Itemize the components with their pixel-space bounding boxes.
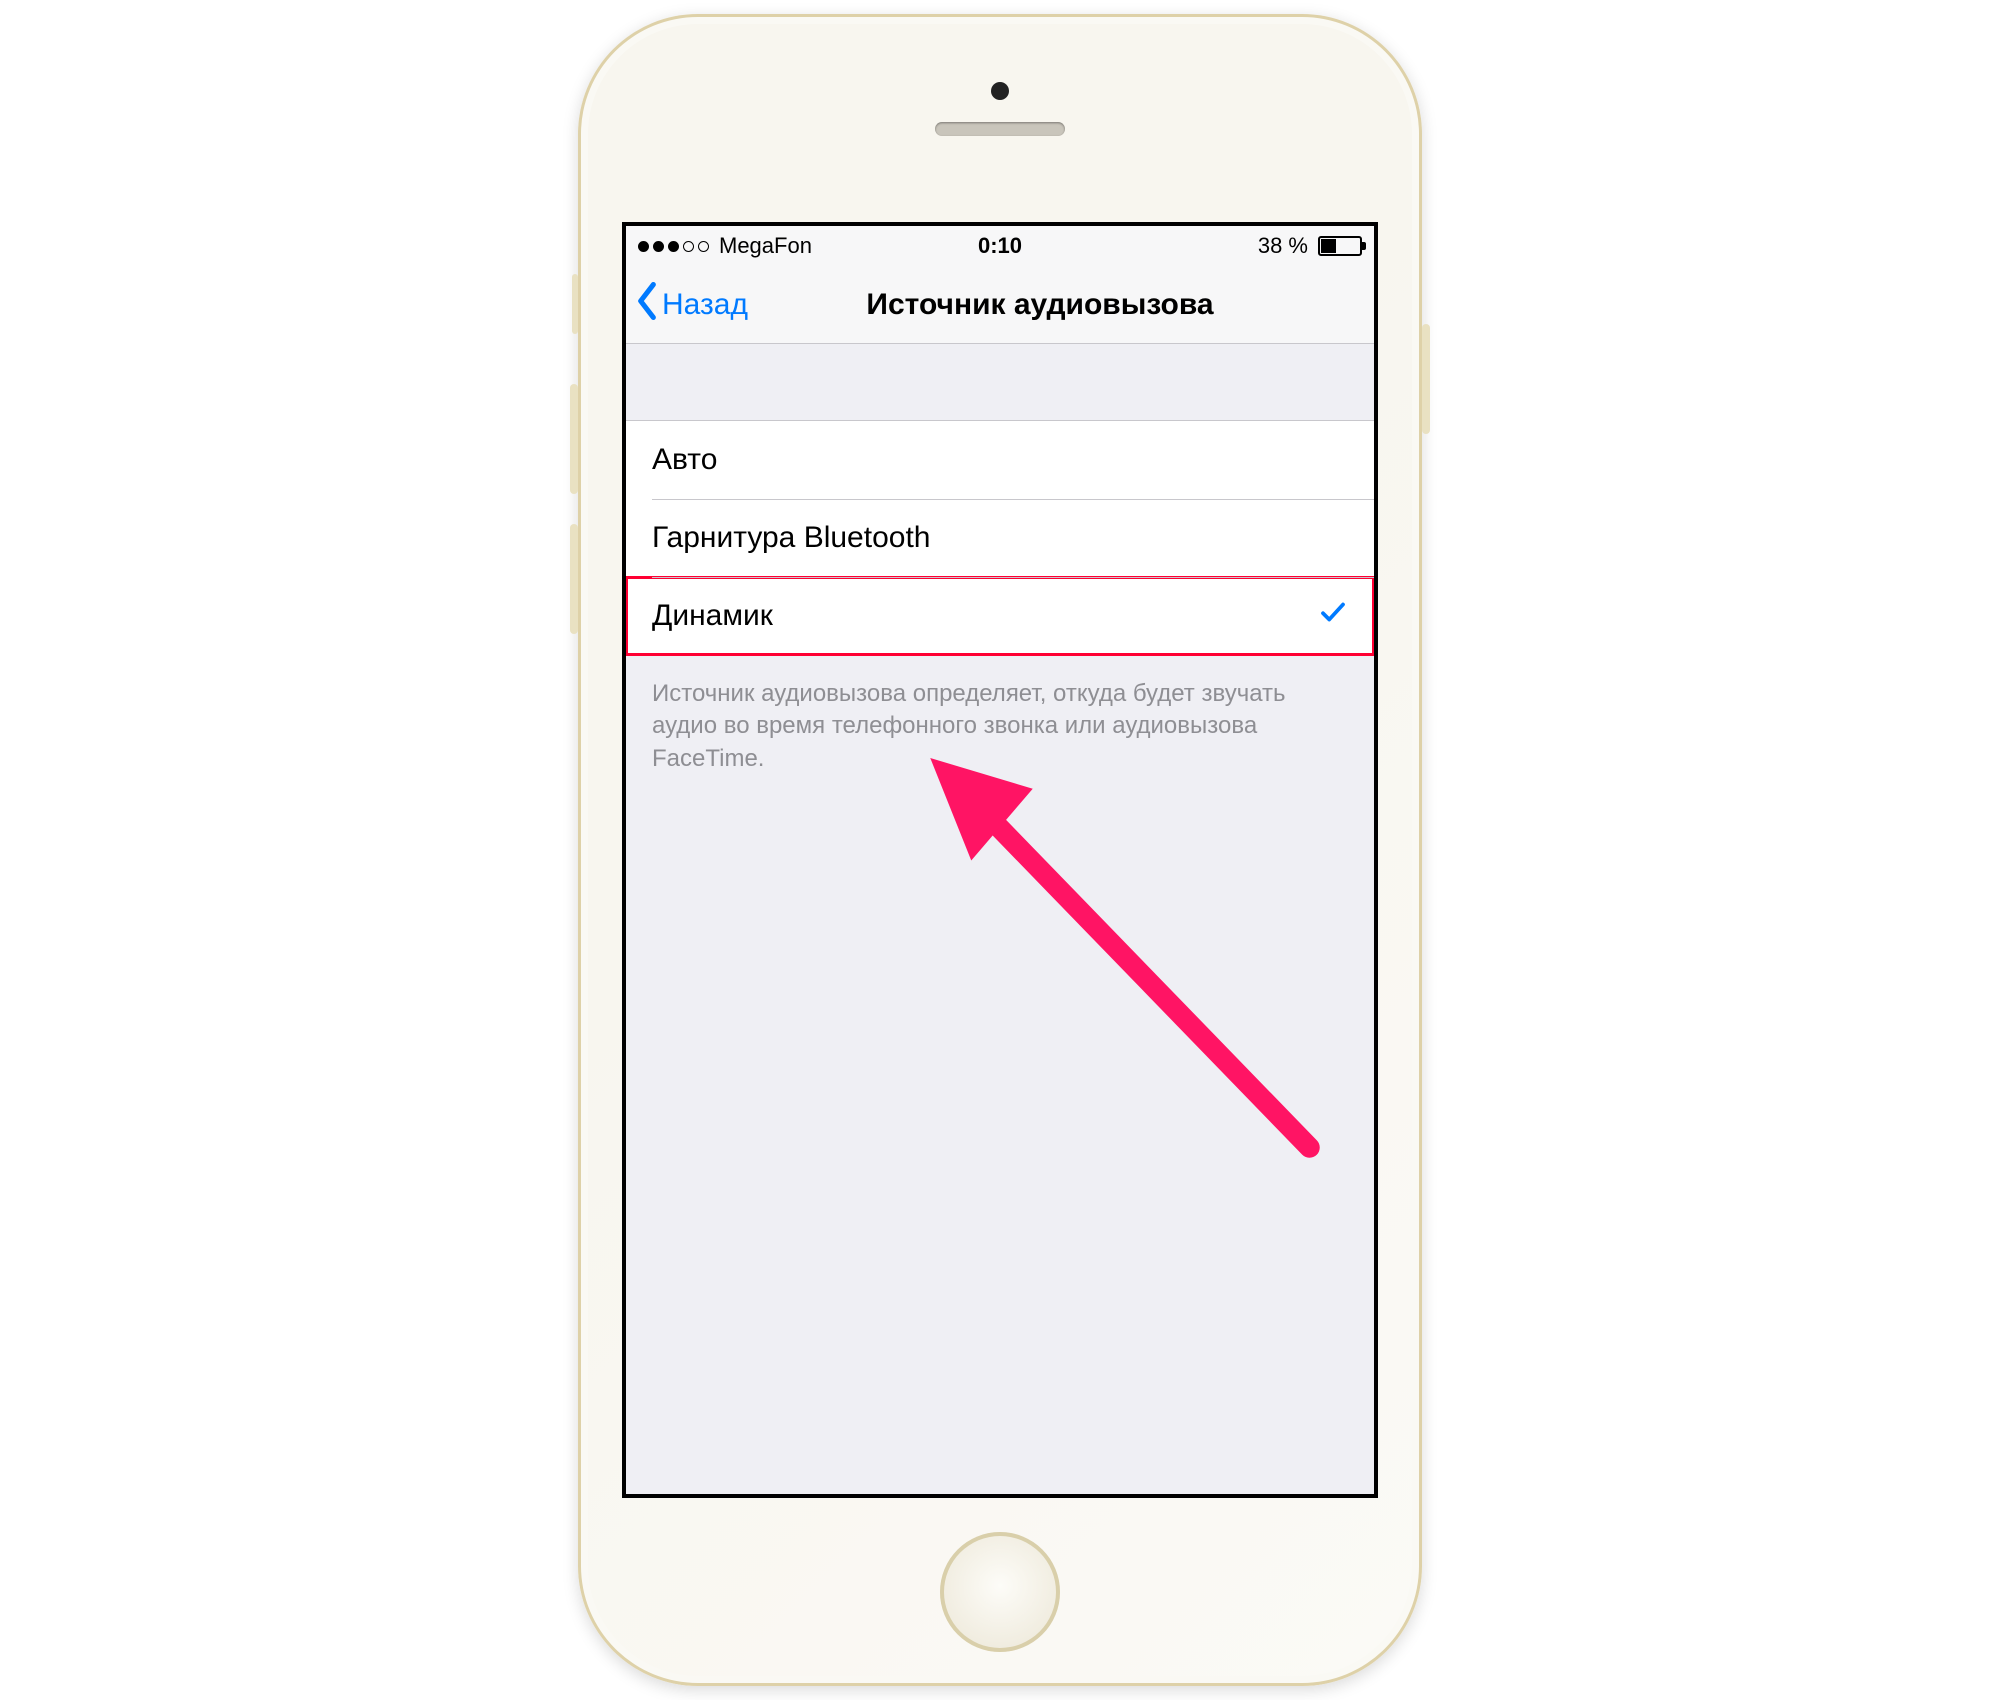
- checkmark-icon: [1318, 597, 1348, 635]
- iphone-device-frame: MegaFon 0:10 38 % Назад Источник аудиовы…: [578, 14, 1422, 1686]
- chevron-left-icon: [634, 282, 660, 328]
- signal-strength-icon: [638, 241, 709, 252]
- section-footer: Источник аудиовызова определяет, откуда …: [626, 656, 1374, 775]
- option-speaker[interactable]: Динамик: [626, 577, 1374, 655]
- back-label: Назад: [662, 288, 748, 322]
- volume-up-button: [570, 384, 578, 494]
- option-auto[interactable]: Авто: [626, 421, 1374, 499]
- power-button: [1422, 324, 1430, 434]
- battery-icon: [1318, 236, 1362, 256]
- navigation-bar: Назад Источник аудиовызова: [626, 266, 1374, 344]
- earpiece-speaker: [935, 122, 1065, 136]
- home-button[interactable]: [940, 1532, 1060, 1652]
- mute-switch: [572, 274, 578, 334]
- battery-percent: 38 %: [1258, 233, 1308, 259]
- audio-route-list: Авто Гарнитура Bluetooth Динамик: [626, 420, 1374, 656]
- carrier-label: MegaFon: [719, 233, 812, 259]
- option-label: Динамик: [652, 599, 773, 633]
- option-label: Авто: [652, 443, 717, 477]
- volume-down-button: [570, 524, 578, 634]
- option-bluetooth-headset[interactable]: Гарнитура Bluetooth: [626, 499, 1374, 577]
- clock: 0:10: [978, 233, 1022, 259]
- option-label: Гарнитура Bluetooth: [652, 521, 930, 555]
- status-bar: MegaFon 0:10 38 %: [626, 226, 1374, 266]
- screen: MegaFon 0:10 38 % Назад Источник аудиовы…: [622, 222, 1378, 1498]
- front-camera: [991, 82, 1009, 100]
- back-button[interactable]: Назад: [626, 282, 748, 328]
